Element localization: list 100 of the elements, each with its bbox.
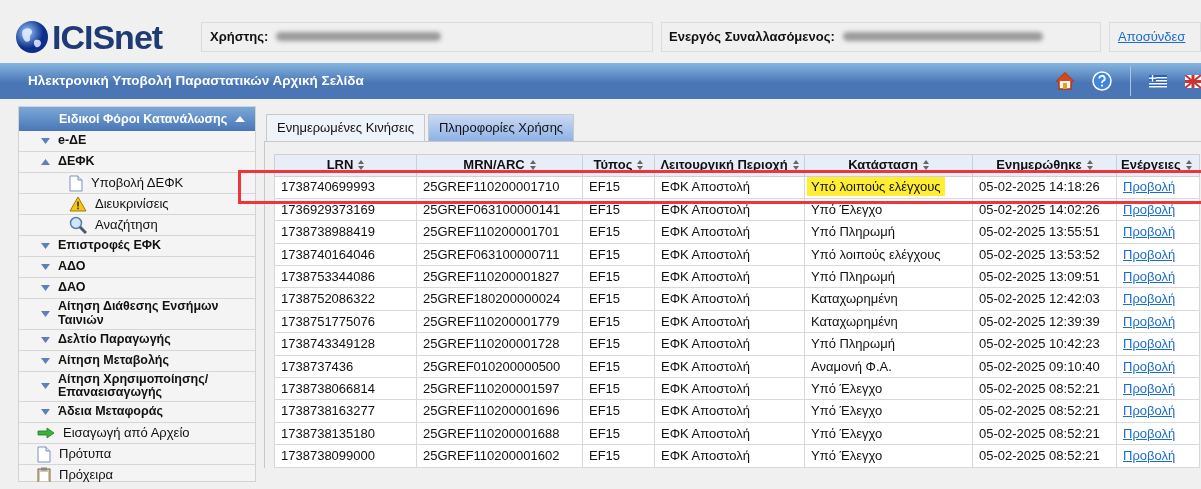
sidebar-item[interactable]: Υποβολή ΔΕΦΚ [19, 173, 255, 194]
table-cell: ΕΦΚ Αποστολή [654, 265, 805, 288]
sidebar-group[interactable]: ΑΔΟ [19, 257, 255, 278]
home-icon [1056, 72, 1074, 90]
table-cell: Υπό Πληρωμή [804, 265, 973, 288]
table-cell: EF15 [582, 287, 655, 311]
sort-icon [1086, 160, 1093, 170]
table-cell: 1738738163277 [274, 399, 417, 423]
header-label: Τύπος [593, 156, 633, 175]
table-cell: 05-02-2025 13:55:51 [972, 220, 1117, 244]
table-cell: Καταχωρημένη [804, 310, 973, 333]
table-cell: 25GREF110200001728 [416, 332, 583, 356]
table-cell: Υπό Έλεγχο [804, 377, 973, 400]
sidebar-group[interactable]: Άδεια Μεταφοράς [19, 402, 255, 423]
tab[interactable]: Ενημερωμένες Κινήσεις [266, 114, 425, 141]
table-cell: 25GREF110200001827 [416, 265, 583, 288]
sort-icon [358, 160, 365, 170]
table-cell: 05-02-2025 14:02:26 [972, 198, 1117, 221]
group-label: e-ΔΕ [58, 134, 87, 148]
table-cell: 25GREF063100000711 [416, 243, 583, 266]
arrow-right-icon [37, 427, 55, 439]
table-cell: 05-02-2025 13:09:51 [972, 265, 1117, 288]
table-cell: 1738738135180 [274, 422, 417, 445]
table-cell: EF15 [582, 265, 655, 288]
table-cell: Υπό Πληρωμή [804, 332, 973, 356]
table-cell: EF15 [582, 377, 655, 400]
table-cell: 05-02-2025 08:52:21 [972, 377, 1117, 400]
table-cell: 25GREF110200001688 [416, 422, 583, 445]
item-label: Διευκρινίσεις [95, 196, 169, 212]
sidebar-group[interactable]: Αίτηση Μεταβολής [19, 350, 255, 372]
table-cell: Υπό Έλεγχο [804, 422, 973, 445]
table-cell: EF15 [582, 198, 655, 221]
table-cell: 25GREF110200001696 [416, 399, 583, 423]
header-label: Ενημερώθηκε [996, 156, 1082, 175]
item-label: Αναζήτηση [95, 217, 158, 233]
table-cell: 1738740699993 [274, 176, 417, 199]
table-cell: Υπό Πληρωμή [804, 220, 973, 244]
item-label: Υποβολή ΔΕΦΚ [91, 175, 184, 191]
field-label: Χρήστης: [210, 27, 269, 46]
table-cell: 05-02-2025 08:52:21 [972, 444, 1117, 468]
sidebar-item[interactable]: Αναζήτηση [19, 215, 255, 236]
table-cell: 25GREF110200001602 [416, 444, 583, 468]
section-title: Ειδικοί Φόροι Κατανάλωσης [59, 110, 228, 128]
table-cell: 05-02-2025 12:42:03 [972, 287, 1117, 311]
table-cell: 05-02-2025 08:52:21 [972, 399, 1117, 423]
sort-icon [637, 160, 644, 170]
sidebar-group[interactable]: Επιστροφές ΕΦΚ [19, 236, 255, 257]
page-title: Ηλεκτρονική Υποβολή Παραστατικών Αρχική Σελίδα [28, 71, 364, 90]
sidebar-group[interactable]: e-ΔΕ [19, 131, 255, 152]
table-cell: Υπό λοιπούς ελέγχους [804, 243, 973, 266]
sort-icon [1185, 160, 1192, 170]
table-cell: EF15 [582, 220, 655, 244]
table-cell: ΕΦΚ Αποστολή [654, 377, 805, 400]
table-cell: ΕΦΚ Αποστολή [654, 355, 805, 378]
sidebar-item[interactable]: Πρότυπα [19, 444, 255, 465]
sidebar-group[interactable]: Αίτηση Διάθεσης Ενσήμων Ταινιών [19, 299, 255, 330]
sidebar-item[interactable]: Πρόχειρα [19, 465, 255, 482]
document-icon [37, 445, 51, 463]
item-label: Πρόχειρα [59, 467, 114, 482]
table-cell: EF15 [582, 422, 655, 445]
table-cell: ΕΦΚ Αποστολή [654, 399, 805, 423]
table-cell: Υπό Έλεγχο [804, 198, 973, 221]
item-label: Εισαγωγή από Αρχείο [63, 425, 190, 441]
field-label: Ενεργός Συναλλασόμενος: [669, 27, 835, 46]
sidebar-item[interactable]: Διευκρινίσεις [19, 194, 255, 215]
sidebar-item[interactable]: Εισαγωγή από Αρχείο [19, 423, 255, 444]
table-cell: 05-02-2025 14:18:26 [972, 176, 1117, 199]
group-label: ΑΔΟ [58, 260, 86, 274]
highlighted-status: Υπό λοιπούς ελέγχους [807, 177, 945, 197]
sort-icon [792, 160, 799, 170]
table-cell: 25GREF110200001710 [416, 176, 583, 199]
table-cell: 05-02-2025 10:42:23 [972, 332, 1117, 356]
sidebar-group[interactable]: Δελτίο Παραγωγής [19, 329, 255, 351]
group-label: ΔΑΟ [58, 281, 86, 295]
table-cell: Αναμονή Φ.Α. [804, 355, 973, 378]
magnifier-icon [69, 216, 87, 234]
tab[interactable]: Πληροφορίες Χρήσης [427, 114, 575, 141]
table-cell: 1738740164046 [274, 243, 417, 266]
group-label: Δελτίο Παραγωγής [58, 332, 171, 347]
logo-text: ICISnet [52, 19, 163, 54]
table-cell: EF15 [582, 310, 655, 333]
table-cell: 05-02-2025 09:10:40 [972, 355, 1117, 378]
greek-flag-icon [1149, 74, 1167, 88]
table-cell: 25GREF010200000500 [416, 355, 583, 378]
sidebar-group[interactable]: ΔΕΦΚ [19, 152, 255, 173]
table-cell: 05-02-2025 13:53:52 [972, 243, 1117, 266]
table-cell: 25GREF110200001779 [416, 310, 583, 333]
table-cell: EF15 [582, 243, 655, 266]
table-cell: EF15 [582, 399, 655, 423]
header-label: Κατάσταση [848, 156, 918, 175]
table-cell: ΕΦΚ Αποστολή [654, 444, 805, 468]
sidebar-group[interactable]: Αίτηση Χρησιμοποίησης/ Επαναεισαγωγής [19, 371, 255, 402]
group-label: Επιστροφές ΕΦΚ [58, 239, 162, 253]
group-label: Αίτηση Χρησιμοποίησης/ Επαναεισαγωγής [58, 372, 210, 400]
table-cell: 1738738066814 [274, 377, 417, 400]
group-label: ΔΕΦΚ [58, 155, 95, 169]
table-cell: EF15 [582, 444, 655, 468]
table-cell: 25GREF063100000141 [416, 198, 583, 221]
table-cell: 1738737436 [274, 355, 417, 378]
sidebar-group[interactable]: ΔΑΟ [19, 278, 255, 299]
